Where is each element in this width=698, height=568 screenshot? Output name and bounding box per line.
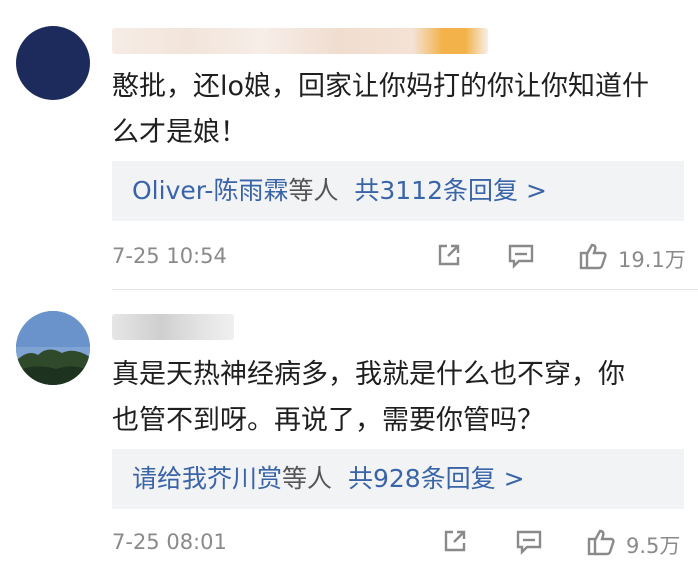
comment-text: 真是天热神经病多，我就是什么也不穿，你 也管不到呀。再说了，需要你管吗？ xyxy=(112,352,672,444)
reply-suffix: 等人 xyxy=(288,176,339,205)
reply-users[interactable]: 请给我芥川赏 xyxy=(132,464,282,493)
comment-icon[interactable] xyxy=(506,240,536,275)
comment-text: 憨批，还lo娘，回家让你妈打的你让你知道什 么才是娘！ xyxy=(112,64,672,156)
timestamp: 7-25 08:01 xyxy=(112,530,227,554)
username-blurred[interactable] xyxy=(112,28,488,54)
thumbs-up-icon[interactable] xyxy=(586,526,618,563)
share-icon[interactable] xyxy=(434,240,464,275)
avatar[interactable] xyxy=(16,26,90,100)
reply-suffix: 等人 xyxy=(282,464,333,493)
like-count: 19.1万 xyxy=(618,248,686,272)
avatar[interactable] xyxy=(16,311,90,385)
reply-summary[interactable]: 请给我芥川赏等人 共928条回复 > xyxy=(112,449,684,509)
comment-text-line: 憨批，还lo娘，回家让你妈打的你让你知道什 xyxy=(112,71,650,102)
comment-text-line: 么才是娘！ xyxy=(112,117,247,148)
comment-meta: 7-25 08:01 9.5万 xyxy=(112,522,698,562)
reply-summary[interactable]: Oliver-陈雨霖等人 共3112条回复 > xyxy=(112,161,684,221)
comment-item: 憨批，还lo娘，回家让你妈打的你让你知道什 么才是娘！ Oliver-陈雨霖等人… xyxy=(0,0,698,290)
like-count: 9.5万 xyxy=(626,534,681,558)
share-icon[interactable] xyxy=(440,526,470,561)
comment-item: 真是天热神经病多，我就是什么也不穿，你 也管不到呀。再说了，需要你管吗？ 请给我… xyxy=(0,290,698,568)
reply-count-link[interactable]: 共928条回复 > xyxy=(348,464,525,493)
thumbs-up-icon[interactable] xyxy=(578,240,610,277)
reply-count-link[interactable]: 共3112条回复 > xyxy=(354,176,547,205)
comment-meta: 7-25 10:54 19.1万 xyxy=(112,236,698,276)
username-blurred[interactable] xyxy=(112,314,234,340)
comment-text-line: 也管不到呀。再说了，需要你管吗？ xyxy=(112,405,544,436)
comment-icon[interactable] xyxy=(514,526,544,561)
timestamp: 7-25 10:54 xyxy=(112,244,227,268)
comment-text-line: 真是天热神经病多，我就是什么也不穿，你 xyxy=(112,359,625,390)
reply-users[interactable]: Oliver-陈雨霖 xyxy=(132,176,288,205)
